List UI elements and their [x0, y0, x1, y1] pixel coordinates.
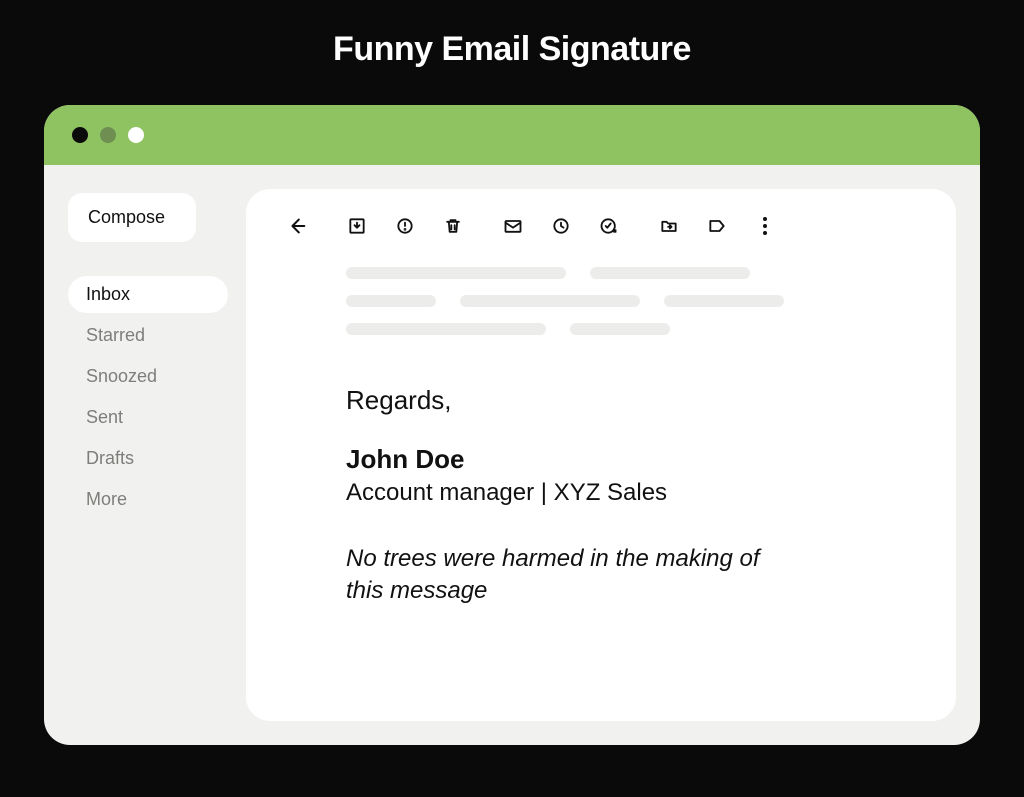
compose-button[interactable]: Compose: [68, 193, 196, 242]
report-spam-icon[interactable]: [394, 215, 416, 237]
mail-toolbar: [286, 215, 916, 237]
labels-icon[interactable]: [706, 215, 728, 237]
sidebar: Compose Inbox Starred Snoozed Sent Draft…: [68, 189, 228, 721]
message-placeholder: [286, 267, 916, 351]
window-titlebar: [44, 105, 980, 165]
sidebar-item-inbox[interactable]: Inbox: [68, 276, 228, 313]
sidebar-item-sent[interactable]: Sent: [68, 399, 228, 436]
signature-block: Regards, John Doe Account manager | XYZ …: [286, 385, 916, 608]
sidebar-nav: Inbox Starred Snoozed Sent Drafts More: [68, 276, 228, 518]
client-body: Compose Inbox Starred Snoozed Sent Draft…: [44, 165, 980, 745]
signature-name: John Doe: [346, 444, 876, 475]
archive-icon[interactable]: [346, 215, 368, 237]
sidebar-item-snoozed[interactable]: Snoozed: [68, 358, 228, 395]
page-title: Funny Email Signature: [44, 30, 980, 69]
sidebar-item-starred[interactable]: Starred: [68, 317, 228, 354]
signature-greeting: Regards,: [346, 385, 876, 416]
window-minimize-icon[interactable]: [100, 127, 116, 143]
signature-quote: No trees were harmed in the making of th…: [346, 543, 766, 608]
signature-title: Account manager | XYZ Sales: [346, 479, 876, 507]
snooze-icon[interactable]: [550, 215, 572, 237]
window-close-icon[interactable]: [72, 127, 88, 143]
mail-panel: Regards, John Doe Account manager | XYZ …: [246, 189, 956, 721]
window-maximize-icon[interactable]: [128, 127, 144, 143]
move-to-icon[interactable]: [658, 215, 680, 237]
delete-icon[interactable]: [442, 215, 464, 237]
mark-unread-icon[interactable]: [502, 215, 524, 237]
add-to-tasks-icon[interactable]: [598, 215, 620, 237]
more-icon[interactable]: [754, 215, 776, 237]
back-icon[interactable]: [286, 215, 308, 237]
sidebar-item-more[interactable]: More: [68, 481, 228, 518]
email-client-window: Compose Inbox Starred Snoozed Sent Draft…: [44, 105, 980, 745]
sidebar-item-drafts[interactable]: Drafts: [68, 440, 228, 477]
